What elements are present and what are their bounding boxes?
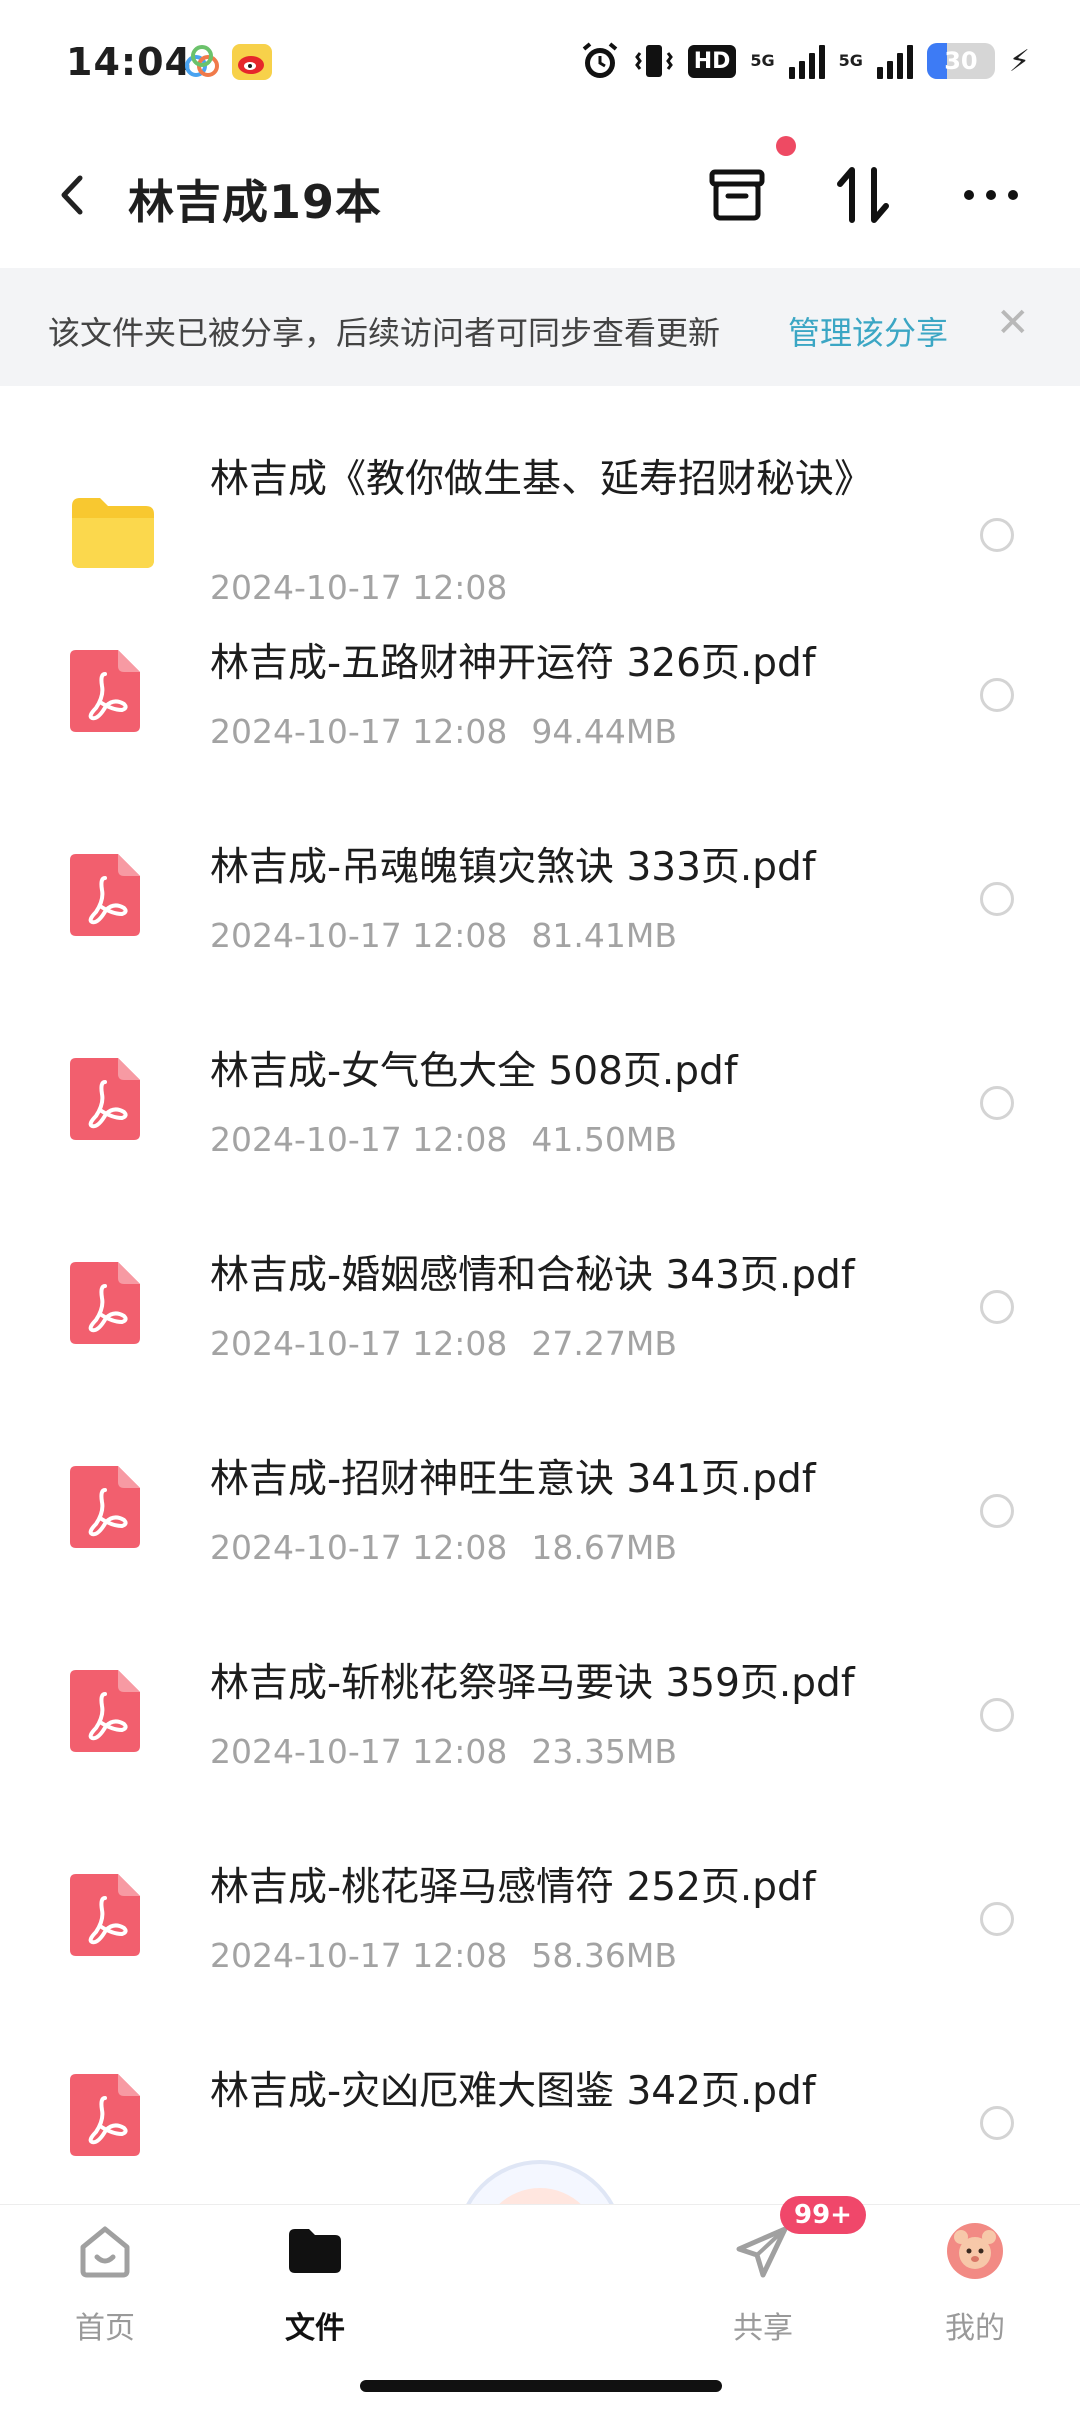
pdf-icon (70, 854, 140, 936)
file-meta: 2024-10-17 12:08 27.27MB (210, 1324, 677, 1363)
file-row[interactable]: 林吉成-五路财神开运符 326页.pdf 2024-10-17 12:08 94.4… (0, 596, 1080, 796)
page-title: 林吉成19本 (128, 175, 383, 229)
select-radio[interactable] (980, 882, 1014, 916)
file-meta: 2024-10-17 12:08 18.67MB (210, 1528, 677, 1567)
file-name: 林吉成《教你做生基、延寿招财秘诀》 (210, 457, 874, 502)
weibo-icon (232, 44, 272, 80)
close-icon[interactable]: ✕ (996, 300, 1030, 346)
file-size: 58.36MB (531, 1936, 677, 1975)
file-row[interactable]: 林吉成-招财神旺生意诀 341页.pdf 2024-10-17 12:08 18.6… (0, 1412, 1080, 1612)
file-row[interactable]: 林吉成-吊魂魄镇灾煞诀 333页.pdf 2024-10-17 12:08 81.4… (0, 800, 1080, 1000)
select-radio[interactable] (980, 1494, 1014, 1528)
pdf-icon (70, 1058, 140, 1140)
file-name: 林吉成-桃花驿马感情符 252页.pdf (210, 1865, 816, 1910)
select-radio[interactable] (980, 518, 1014, 552)
hd-badge: HD (687, 44, 737, 78)
top-nav: 林吉成19本 (0, 130, 1080, 260)
file-meta: 2024-10-17 12:08 58.36MB (210, 1936, 677, 1975)
file-date: 2024-10-17 12:08 (210, 1120, 508, 1159)
status-bar: 14:04 HD 5G 5G 30 ⚡ (0, 0, 1080, 120)
vibrate-icon (634, 45, 673, 77)
status-right: HD 5G 5G 30 ⚡ (580, 38, 1030, 84)
share-badge: 99+ (780, 2196, 866, 2234)
folder-icon (289, 2229, 341, 2273)
file-size: 27.27MB (531, 1324, 677, 1363)
pdf-icon (70, 2074, 140, 2156)
file-name: 林吉成-招财神旺生意诀 341页.pdf (210, 1457, 816, 1502)
file-name: 林吉成-灾凶厄难大图鉴 342页.pdf (210, 2069, 816, 2114)
more-icon[interactable] (956, 160, 1026, 230)
file-row[interactable]: 林吉成-斩桃花祭驿马要诀 359页.pdf 2024-10-17 12:08 23.… (0, 1616, 1080, 1816)
file-row[interactable]: 林吉成-桃花驿马感情符 252页.pdf 2024-10-17 12:08 58.3… (0, 1820, 1080, 2020)
sort-icon[interactable] (828, 160, 898, 230)
file-name: 林吉成-斩桃花祭驿马要诀 359页.pdf (210, 1661, 855, 1706)
file-name: 林吉成-婚姻感情和合秘诀 343页.pdf (210, 1253, 855, 1298)
select-radio[interactable] (980, 2106, 1014, 2140)
tab-home[interactable]: 首页 (30, 2205, 180, 2375)
cloud-app-icon (185, 45, 219, 77)
battery-icon: 30 (926, 43, 995, 79)
tab-files-label: 文件 (285, 2311, 345, 2346)
pdf-icon (70, 1670, 140, 1752)
notification-dot (776, 136, 796, 156)
manage-share-link[interactable]: 管理该分享 (788, 308, 948, 354)
file-meta: 2024-10-17 12:08 81.41MB (210, 916, 677, 955)
file-size: 18.67MB (531, 1528, 677, 1567)
network-label-2: 5G (838, 51, 863, 70)
file-row[interactable]: 林吉成-女气色大全 508页.pdf 2024-10-17 12:08 41.50M… (0, 1004, 1080, 1204)
select-radio[interactable] (980, 1698, 1014, 1732)
archive-icon[interactable] (702, 160, 772, 230)
file-meta: 2024-10-17 12:08 94.44MB (210, 712, 677, 751)
charging-icon: ⚡ (1008, 43, 1030, 79)
file-meta: 2024-10-17 12:08 41.50MB (210, 1120, 677, 1159)
battery-level: 30 (944, 47, 978, 75)
signal-icon-2 (876, 43, 913, 79)
file-name: 林吉成-女气色大全 508页.pdf (210, 1049, 738, 1094)
pdf-icon (70, 1466, 140, 1548)
back-icon[interactable] (52, 170, 92, 220)
file-row[interactable]: 林吉成《教你做生基、延寿招财秘诀》 2024-10-17 12:08 (0, 390, 1080, 607)
file-name: 林吉成-五路财神开运符 326页.pdf (210, 641, 816, 686)
file-meta: 2024-10-17 12:08 23.35MB (210, 1732, 677, 1771)
share-banner: 该文件夹已被分享，后续访问者可同步查看更新 管理该分享 ✕ (0, 268, 1080, 386)
file-size: 81.41MB (531, 916, 677, 955)
home-icon (80, 2226, 130, 2278)
pdf-icon (70, 1262, 140, 1344)
alarm-icon (582, 42, 617, 78)
file-size: 41.50MB (531, 1120, 677, 1159)
tab-files[interactable]: 文件 (240, 2205, 390, 2375)
select-radio[interactable] (980, 1086, 1014, 1120)
file-name: 林吉成-吊魂魄镇灾煞诀 333页.pdf (210, 845, 816, 890)
network-label-1: 5G (750, 51, 775, 70)
select-radio[interactable] (980, 1902, 1014, 1936)
pdf-icon (70, 1874, 140, 1956)
file-row[interactable]: 林吉成-婚姻感情和合秘诀 343页.pdf 2024-10-17 12:08 27.… (0, 1208, 1080, 1408)
file-date: 2024-10-17 12:08 (210, 1324, 508, 1363)
tab-mine-label: 我的 (945, 2311, 1005, 2346)
tab-share-label: 共享 (733, 2311, 793, 2346)
file-date: 2024-10-17 12:08 (210, 1528, 508, 1567)
tab-home-label: 首页 (75, 2311, 135, 2346)
file-size: 94.44MB (531, 712, 677, 751)
file-date: 2024-10-17 12:08 (210, 916, 508, 955)
select-radio[interactable] (980, 1290, 1014, 1324)
tab-mine[interactable]: 我的 (900, 2205, 1050, 2375)
home-indicator[interactable] (360, 2380, 722, 2392)
file-date: 2024-10-17 12:08 (210, 712, 508, 751)
avatar-icon (947, 2223, 1003, 2279)
folder-icon (72, 498, 154, 568)
share-banner-text: 该文件夹已被分享，后续访问者可同步查看更新 (48, 314, 721, 352)
paper-plane-icon (736, 2226, 788, 2278)
file-date: 2024-10-17 12:08 (210, 1732, 508, 1771)
file-size: 23.35MB (531, 1732, 677, 1771)
file-date: 2024-10-17 12:08 (210, 1936, 508, 1975)
signal-icon (788, 43, 825, 79)
select-radio[interactable] (980, 678, 1014, 712)
pdf-icon (70, 650, 140, 732)
status-time: 14:04 (66, 40, 192, 84)
